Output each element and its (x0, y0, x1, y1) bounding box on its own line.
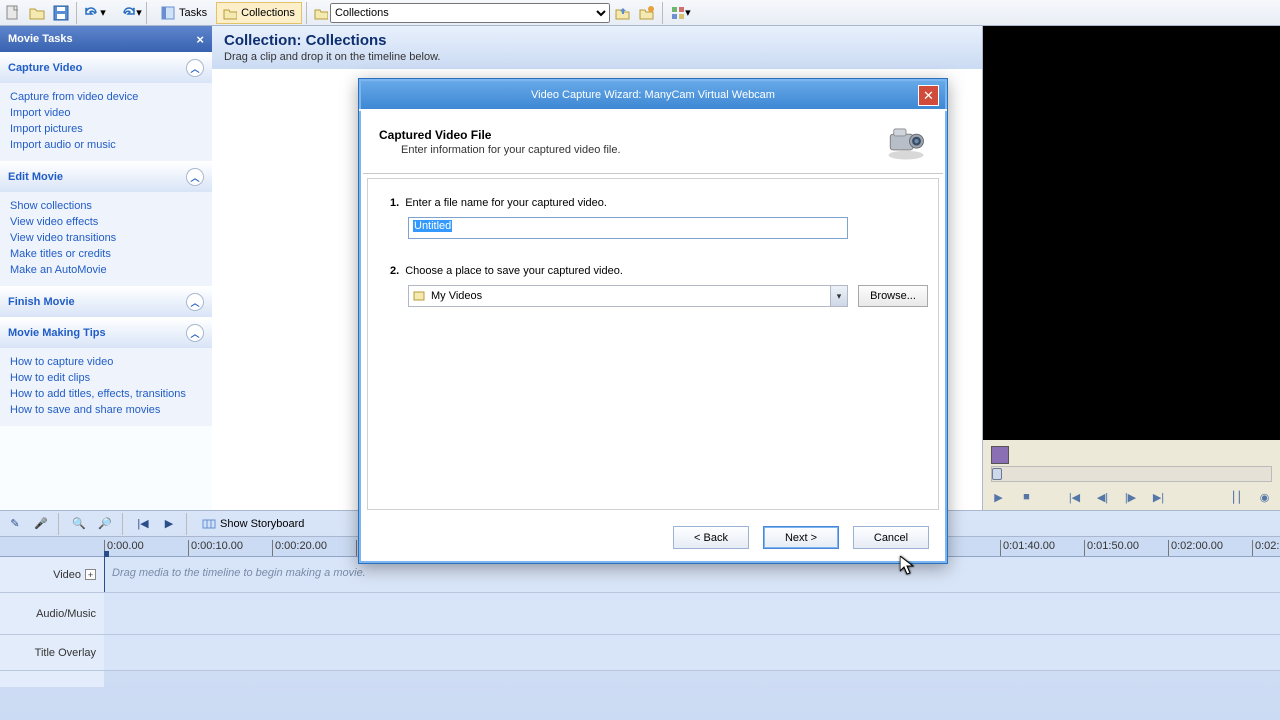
location-select[interactable] (408, 285, 848, 307)
expand-icon[interactable]: + (85, 569, 96, 580)
step-fwd-icon[interactable]: |▶ (1122, 488, 1140, 506)
sidebar-group-tips[interactable]: Movie Making Tips ︿ (0, 317, 212, 348)
tasks-icon (161, 6, 175, 20)
dialog-subheading: Enter information for your captured vide… (379, 144, 621, 156)
zoom-in-icon[interactable]: 🔍 (68, 513, 90, 535)
close-icon[interactable]: ✕ (918, 85, 939, 106)
new-folder-icon[interactable] (636, 2, 658, 24)
chevron-up-icon[interactable]: ︿ (186, 324, 204, 342)
collections-toggle[interactable]: Collections (216, 2, 302, 24)
sidebar-group-capture[interactable]: Capture Video ︿ (0, 52, 212, 83)
sidebar: Movie Tasks × Capture Video ︿ Capture fr… (0, 26, 212, 510)
step1-label: Enter a file name for your captured vide… (405, 197, 607, 209)
preview-pane: ▶ ■ |◀ ◀| |▶ ▶| ⎮⎮ ◉ (982, 26, 1280, 510)
sidebar-link[interactable]: Capture from video device (0, 89, 212, 105)
set-start-icon[interactable]: ✎ (4, 513, 26, 535)
audio-track[interactable] (104, 593, 1280, 635)
preview-video (983, 26, 1280, 440)
video-capture-wizard-dialog: Video Capture Wizard: ManyCam Virtual We… (358, 78, 948, 564)
sidebar-link[interactable]: How to add titles, effects, transitions (0, 386, 212, 402)
dialog-heading: Captured Video File (379, 128, 621, 142)
browse-button[interactable]: Browse... (858, 285, 928, 307)
sidebar-link[interactable]: How to save and share movies (0, 402, 212, 418)
new-project-icon[interactable] (2, 2, 24, 24)
sidebar-close-icon[interactable]: × (196, 32, 204, 47)
undo-icon[interactable]: ▾ (84, 2, 106, 24)
content-subtitle: Drag a clip and drop it on the timeline … (224, 51, 970, 63)
play-timeline-icon[interactable]: ▶ (158, 513, 180, 535)
chevron-up-icon[interactable]: ︿ (186, 168, 204, 186)
tasks-toggle[interactable]: Tasks (154, 2, 214, 24)
tasks-label: Tasks (179, 7, 207, 19)
next-button[interactable]: Next > (763, 526, 839, 549)
content-title: Collection: Collections (224, 32, 970, 49)
seek-slider[interactable] (991, 466, 1272, 482)
step2-label: Choose a place to save your captured vid… (405, 265, 623, 277)
cancel-button[interactable]: Cancel (853, 526, 929, 549)
play-icon[interactable]: ▶ (990, 488, 1008, 506)
redo-icon[interactable]: ▾ (120, 2, 142, 24)
sidebar-header: Movie Tasks × (0, 26, 212, 52)
collections-dropdown[interactable]: Collections (330, 3, 610, 23)
sidebar-link[interactable]: View video effects (0, 214, 212, 230)
chevron-up-icon[interactable]: ︿ (186, 59, 204, 77)
preview-thumbnail (991, 446, 1009, 464)
stop-icon[interactable]: ■ (1018, 488, 1036, 506)
next-icon[interactable]: ▶| (1150, 488, 1168, 506)
timeline-scrollbar[interactable] (104, 671, 1280, 687)
camcorder-icon (885, 123, 927, 161)
sidebar-link[interactable]: Make an AutoMovie (0, 262, 212, 278)
snapshot-icon[interactable]: ◉ (1256, 488, 1274, 506)
narrate-icon[interactable]: 🎤 (30, 513, 52, 535)
main-toolbar: ▾ ▾ Tasks Collections Collections ▾ (0, 0, 1280, 26)
sidebar-link[interactable]: View video transitions (0, 230, 212, 246)
sidebar-link[interactable]: Import video (0, 105, 212, 121)
view-icon[interactable]: ▾ (670, 2, 692, 24)
title-track[interactable] (104, 635, 1280, 671)
track-label-video: Video+ (0, 557, 104, 593)
sidebar-link[interactable]: How to edit clips (0, 370, 212, 386)
save-icon[interactable] (50, 2, 72, 24)
back-button[interactable]: < Back (673, 526, 749, 549)
show-storyboard-button[interactable]: Show Storyboard (196, 517, 310, 531)
sidebar-link[interactable]: Import audio or music (0, 137, 212, 153)
storyboard-icon (202, 517, 216, 531)
track-label-title: Title Overlay (0, 635, 104, 671)
sidebar-link[interactable]: Import pictures (0, 121, 212, 137)
dialog-titlebar[interactable]: Video Capture Wizard: ManyCam Virtual We… (359, 79, 947, 109)
sidebar-group-edit[interactable]: Edit Movie ︿ (0, 161, 212, 192)
chevron-up-icon[interactable]: ︿ (186, 293, 204, 311)
split-icon[interactable]: ⎮⎮ (1228, 488, 1246, 506)
sidebar-link[interactable]: Show collections (0, 198, 212, 214)
sidebar-link[interactable]: Make titles or credits (0, 246, 212, 262)
rewind-icon[interactable]: |◀ (132, 513, 154, 535)
track-label-audio: Audio/Music (0, 593, 104, 635)
filename-input[interactable]: Untitled (408, 217, 848, 239)
zoom-out-icon[interactable]: 🔎 (94, 513, 116, 535)
collections-label: Collections (241, 7, 295, 19)
step-back-icon[interactable]: ◀| (1094, 488, 1112, 506)
collections-icon (223, 6, 237, 20)
prev-icon[interactable]: |◀ (1066, 488, 1084, 506)
sidebar-group-finish[interactable]: Finish Movie ︿ (0, 286, 212, 317)
sidebar-link[interactable]: How to capture video (0, 354, 212, 370)
folder-icon (314, 6, 328, 20)
open-icon[interactable] (26, 2, 48, 24)
up-level-icon[interactable] (612, 2, 634, 24)
